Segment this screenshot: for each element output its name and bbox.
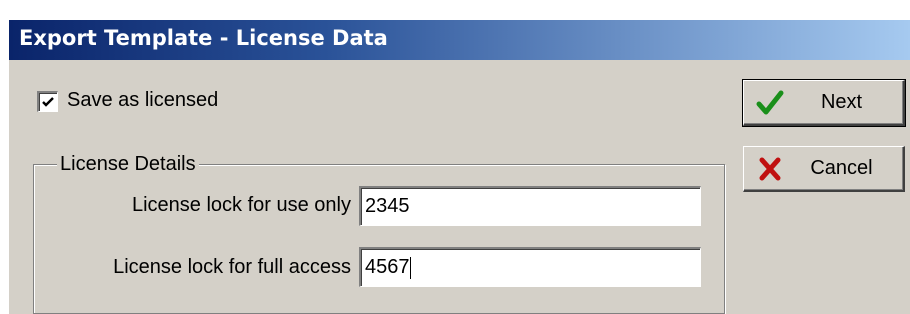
cancel-button-label: Cancel [810,157,873,179]
full-access-label: License lock for full access [113,256,351,278]
check-mark-icon [42,97,54,107]
full-access-value: 4567 [365,256,410,278]
license-details-legend: License Details [57,153,199,176]
full-access-input[interactable]: 4567 [359,247,701,287]
next-button[interactable]: Next [742,79,906,127]
export-template-dialog: Export Template - License Data Save as l… [8,20,910,314]
title-bar[interactable]: Export Template - License Data [9,20,910,60]
dialog-content: Save as licensed License Details License… [9,60,910,314]
checkmark-icon [756,90,784,115]
use-only-input[interactable]: 2345 [359,186,701,226]
x-icon [759,157,781,181]
use-only-label: License lock for use only [131,194,351,216]
next-button-label: Next [820,91,863,113]
use-only-value: 2345 [365,195,410,217]
save-as-licensed-checkbox[interactable] [37,91,58,112]
cancel-button[interactable]: Cancel [743,146,905,192]
window-title: Export Template - License Data [19,26,388,50]
save-as-licensed-label: Save as licensed [67,89,219,111]
text-caret [409,256,411,279]
